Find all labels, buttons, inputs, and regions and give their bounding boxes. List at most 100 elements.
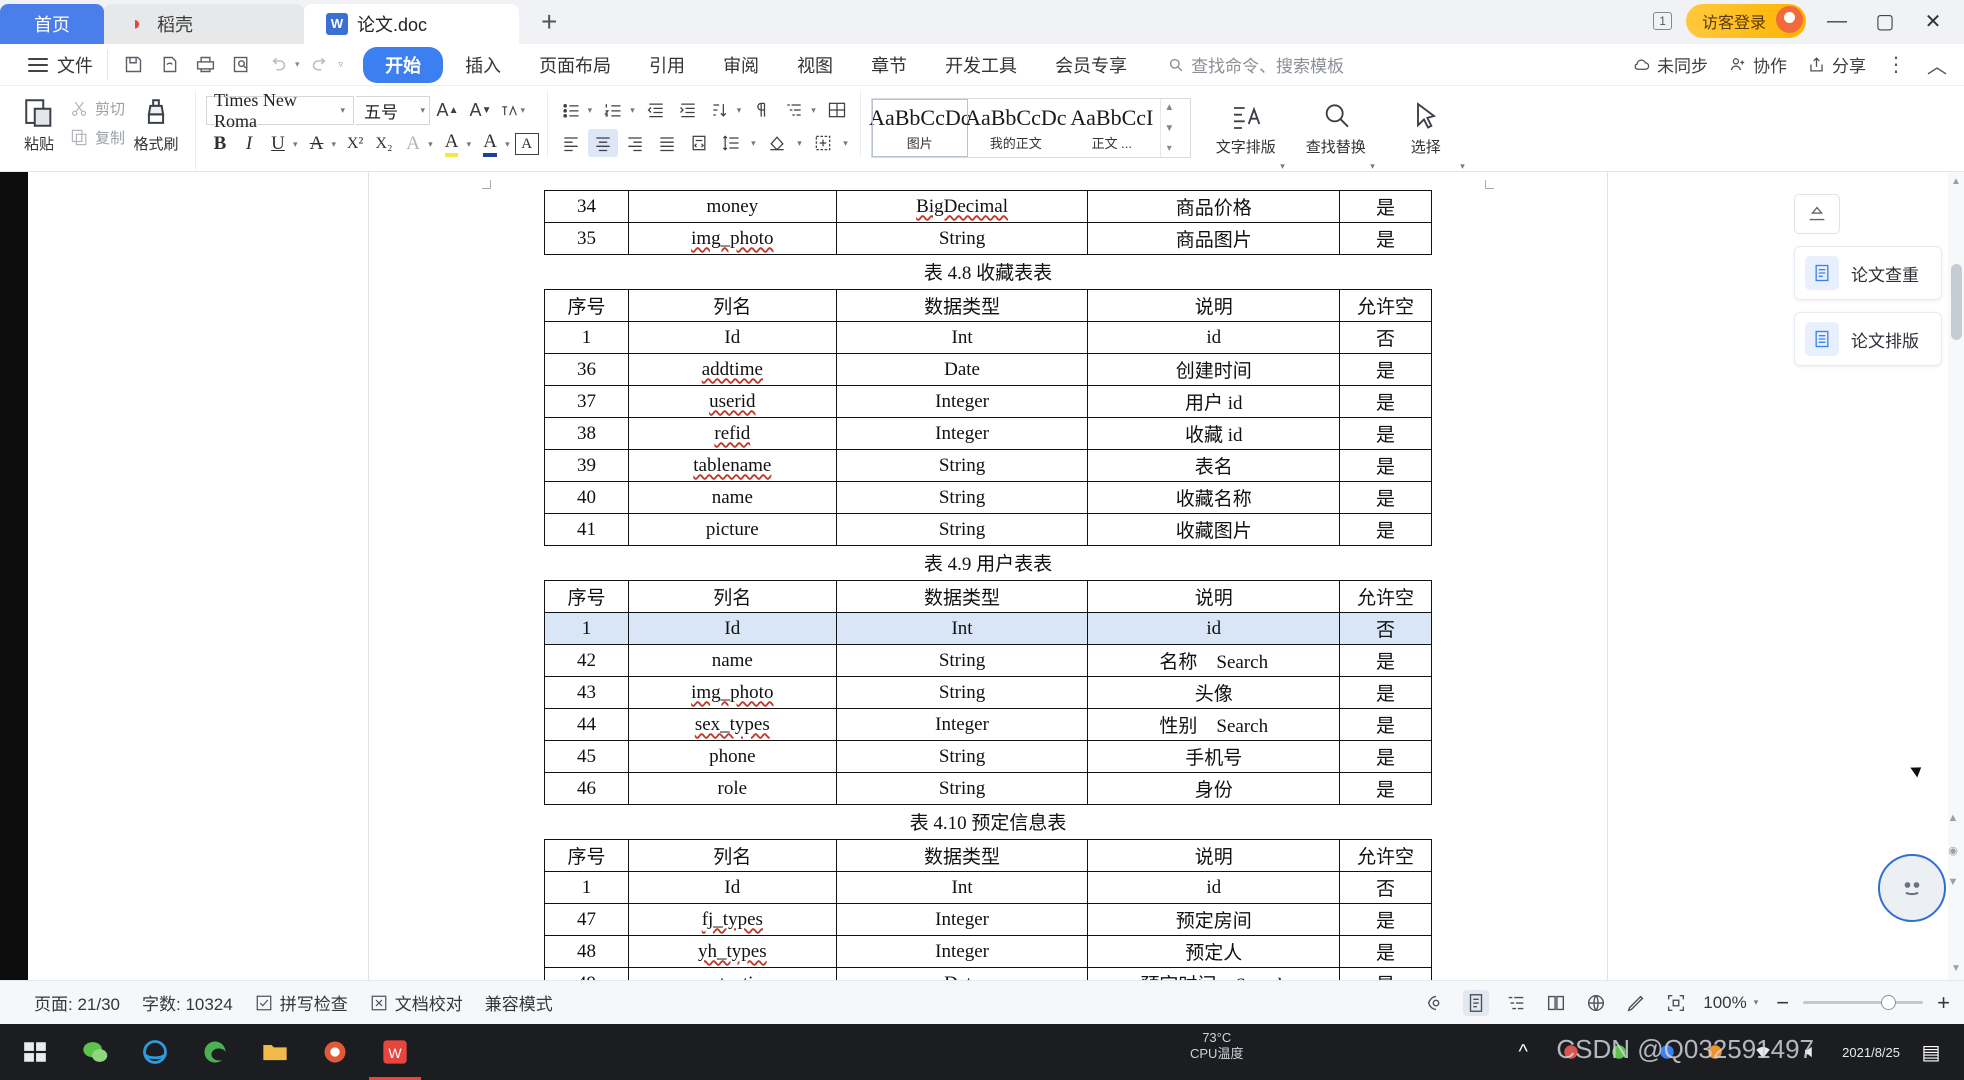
maximize-button[interactable]: ▢ [1868,9,1902,34]
cell-type[interactable]: String [835,481,1089,514]
cell-index[interactable]: 44 [544,708,629,741]
undo-dropdown-icon[interactable]: ▾ [295,59,300,70]
cell-column[interactable]: phone [627,740,837,773]
cell-type[interactable]: String [835,513,1089,546]
style-item-2[interactable]: AaBbCcI 正文 ... [1064,99,1160,157]
line-spacing-icon[interactable] [716,129,746,157]
cell-nullable[interactable]: 是 [1339,385,1432,418]
table-header-row[interactable]: 序号 列名 数据类型 说明 允许空 [544,580,1432,613]
edge-icon[interactable] [198,1035,232,1069]
underline-button[interactable]: U [264,130,292,158]
cell-nullable[interactable]: 是 [1339,417,1432,450]
cell-type[interactable]: String [835,772,1089,805]
font-color-button[interactable]: A [476,130,504,158]
outline-icon[interactable] [1503,990,1529,1016]
align-right-icon[interactable] [620,129,650,157]
scroll-up-icon[interactable]: ▲ [1164,102,1174,113]
style-gallery-scroll[interactable]: ▲ ▼ ▾ [1159,99,1178,157]
cell-column[interactable]: picture [627,513,837,546]
chevron-down-icon[interactable]: ▾ [843,138,852,149]
header-column[interactable]: 列名 [627,839,837,872]
customize-qat-icon[interactable]: ▿ [339,59,344,70]
word-count[interactable]: 字数: 10324 [142,990,233,1015]
cell-nullable[interactable]: 否 [1339,612,1432,645]
table-4-9[interactable]: 序号 列名 数据类型 说明 允许空 1 Id Int id 否 42 name … [544,580,1432,805]
wechat-icon[interactable] [78,1035,112,1069]
table-row[interactable]: 43 img_photo String 头像 是 [544,676,1432,709]
zoom-level[interactable]: 100% ▾ [1703,993,1762,1013]
font-size-combo[interactable]: 五号 ▾ [356,96,431,125]
redo-icon[interactable] [306,50,336,80]
new-tab-button[interactable]: + [519,4,579,44]
cell-index[interactable]: 47 [544,903,629,936]
undo-icon[interactable] [262,50,292,80]
chevron-down-icon[interactable]: ▾ [630,105,639,116]
clock-date[interactable]: 2021/8/25 [1842,1045,1900,1060]
scrollbar-thumb[interactable] [1951,264,1962,340]
cell-column[interactable]: money [627,190,837,223]
align-center-icon[interactable] [587,129,618,157]
cell-index[interactable]: 1 [544,612,629,645]
cell-desc[interactable]: id [1087,612,1341,645]
table-4-10[interactable]: 序号 列名 数据类型 说明 允许空 1 Id Int id 否 47 fj_ty… [544,839,1432,980]
chevron-down-icon[interactable]: ▾ [293,139,302,150]
style-item-0[interactable]: AaBbCcDc 图片 [869,99,971,157]
cell-type[interactable]: String [835,740,1089,773]
cell-index[interactable]: 38 [544,417,629,450]
cell-column[interactable]: img_photo [627,676,837,709]
shading-icon[interactable] [762,129,792,157]
table-row[interactable]: 38 refid Integer 收藏 id 是 [544,417,1432,450]
zoom-in-button[interactable]: + [1937,990,1950,1016]
page-count-badge[interactable]: 1 [1653,12,1672,30]
windows-start-icon[interactable] [18,1035,52,1069]
cell-index[interactable]: 45 [544,740,629,773]
cell-nullable[interactable]: 是 [1339,513,1432,546]
vertical-scrollbar[interactable]: ▲ ▲ ◉ ▼ ▼ [1948,172,1964,980]
table-row[interactable]: 49 create_time Date 预定时间 Search 是 [544,967,1432,980]
ie-icon[interactable] [138,1035,172,1069]
cell-desc[interactable]: 头像 [1087,676,1341,709]
file-menu-button[interactable]: 文件 [28,52,107,78]
table-4-7-tail[interactable]: 34 money BigDecimal 商品价格 是 35 img_photo … [544,190,1432,255]
command-search[interactable]: 查找命令、搜索模板 [1167,52,1344,77]
cell-desc[interactable]: 手机号 [1087,740,1341,773]
cell-index[interactable]: 48 [544,935,629,968]
cell-nullable[interactable]: 是 [1339,708,1432,741]
paragraph-marks-icon[interactable] [747,96,777,124]
font-name-combo[interactable]: Times New Roma ▾ [206,90,355,131]
text-layout-button[interactable]: 文字排版 ▾ [1203,90,1289,172]
cell-nullable[interactable]: 是 [1339,222,1432,255]
chevron-down-icon[interactable]: ▾ [332,139,341,150]
align-left-icon[interactable] [556,129,586,157]
table-row[interactable]: 34 money BigDecimal 商品价格 是 [544,190,1432,223]
save-icon[interactable] [118,50,148,80]
italic-button[interactable]: I [235,130,263,158]
cell-nullable[interactable]: 是 [1339,903,1432,936]
document-canvas[interactable]: 34 money BigDecimal 商品价格 是 35 img_photo … [28,172,1964,980]
header-index[interactable]: 序号 [544,839,629,872]
chevron-down-icon[interactable]: ▾ [428,139,437,150]
cut-button[interactable]: 剪切 [70,98,125,119]
tab-docer[interactable]: ◗ 稻壳 [104,4,304,44]
chevron-down-icon[interactable]: ▾ [751,138,760,149]
expand-gallery-icon[interactable]: ▾ [1167,143,1172,154]
align-justify-icon[interactable] [652,129,682,157]
find-icon[interactable] [226,50,256,80]
browser-icon[interactable] [318,1035,352,1069]
tab-insert[interactable]: 插入 [449,47,517,83]
cell-type[interactable]: Integer [835,385,1089,418]
cell-desc[interactable]: 表名 [1087,449,1341,482]
subscript-button[interactable]: X₂ [370,130,398,158]
cell-type[interactable]: String [835,449,1089,482]
header-type[interactable]: 数据类型 [835,580,1089,613]
cell-desc[interactable]: 商品价格 [1087,190,1341,223]
cell-index[interactable]: 1 [544,871,629,904]
cell-type[interactable]: String [835,644,1089,677]
cell-column[interactable]: create_time [627,967,837,980]
cell-type[interactable]: Integer [835,417,1089,450]
cell-type[interactable]: Integer [835,935,1089,968]
table-row[interactable]: 39 tablename String 表名 是 [544,449,1432,482]
cell-index[interactable]: 41 [544,513,629,546]
cell-column[interactable]: img_photo [627,222,837,255]
header-type[interactable]: 数据类型 [835,839,1089,872]
